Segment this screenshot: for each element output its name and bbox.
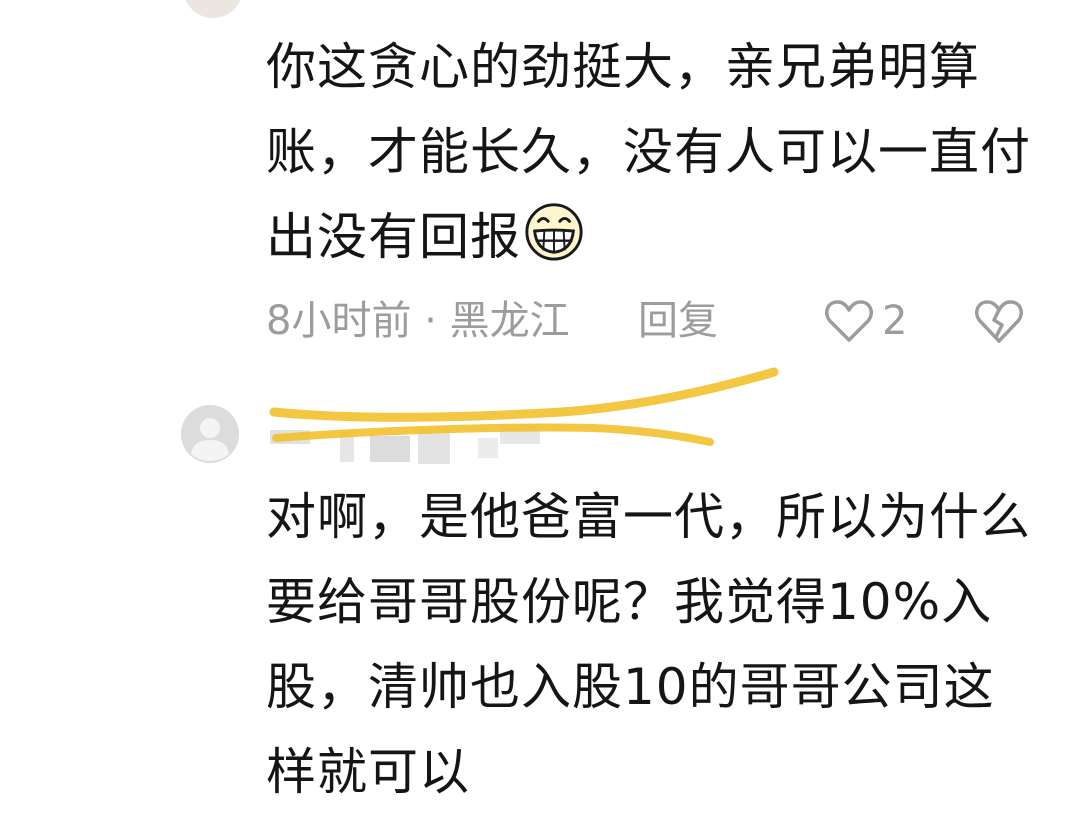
avatar[interactable]	[183, 0, 243, 18]
comment-text-body: 你这贪心的劲挺大，亲兄弟明算 账，才能长久，没有人可以一直付 出没有回报	[266, 38, 1031, 266]
dislike-button[interactable]	[974, 297, 1024, 345]
comment-text: 你这贪心的劲挺大，亲兄弟明算 账，才能长久，没有人可以一直付 出没有回报	[266, 25, 1046, 280]
like-button[interactable]: 2	[824, 293, 907, 349]
avatar[interactable]	[181, 405, 239, 463]
broken-heart-icon	[975, 300, 1023, 343]
comment-meta: 8小时前 · 黑龙江	[266, 298, 570, 344]
heart-icon	[825, 300, 873, 342]
comment-author-name[interactable]	[270, 418, 550, 466]
like-count: 2	[882, 298, 908, 344]
grinning-face-icon	[525, 203, 583, 261]
comment-text: 对啊，是他爸富一代，所以为什么 要给哥哥股份呢？我觉得10%入 股，清帅也入股1…	[266, 488, 1031, 801]
reply-button[interactable]: 回复	[638, 293, 718, 349]
default-avatar-icon	[181, 405, 239, 463]
redacted-name-blur	[270, 424, 540, 464]
